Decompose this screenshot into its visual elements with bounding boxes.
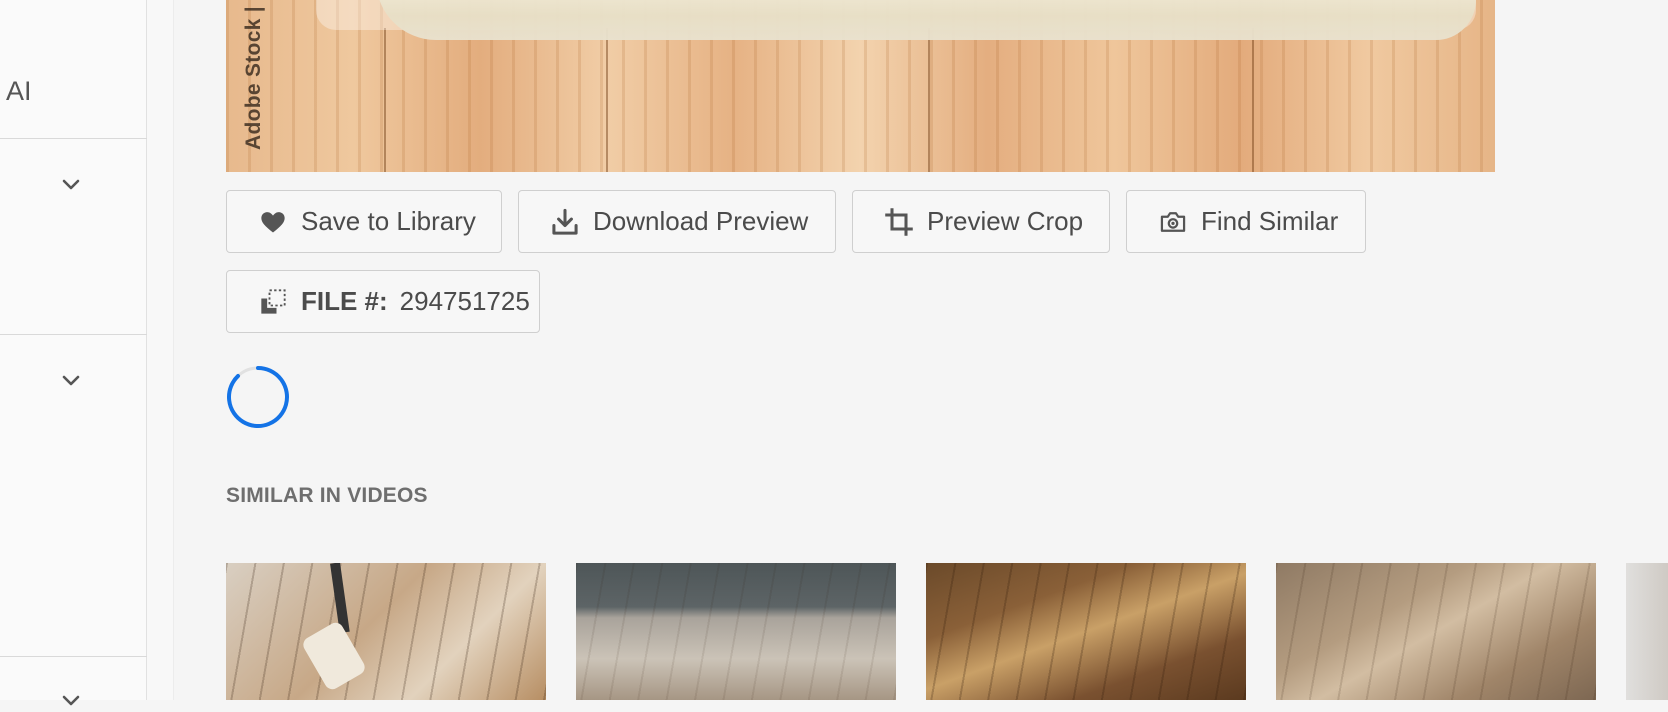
adobe-stock-watermark: Adobe Stock |: [242, 6, 265, 150]
plank-seam: [384, 28, 386, 172]
copy-file-number-button[interactable]: FILE #: 294751725: [226, 270, 540, 333]
floor-pattern: [1276, 563, 1596, 700]
rice-bag: [376, 0, 1476, 40]
preview-crop-label: Preview Crop: [927, 206, 1084, 236]
floor-pattern: [226, 563, 546, 700]
download-preview-button[interactable]: Download Preview: [518, 190, 836, 253]
crop-icon: [885, 207, 913, 236]
plank-seam: [1252, 28, 1254, 172]
floor-pattern: [576, 563, 896, 700]
heart-icon: [261, 211, 285, 232]
video-thumbnail[interactable]: [1626, 563, 1668, 700]
filter-sidebar: AI: [0, 0, 147, 706]
sidebar-ai-label: AI: [6, 76, 32, 106]
video-thumbnail[interactable]: [926, 563, 1246, 700]
plank-seam: [928, 28, 930, 172]
similar-videos-heading: SIMILAR IN VIDEOS: [226, 484, 428, 507]
download-icon: [552, 208, 578, 235]
loading-spinner-icon: [227, 366, 289, 428]
sidebar-divider: [0, 656, 147, 657]
chevron-down-icon[interactable]: [59, 172, 83, 196]
sidebar-gutter: [147, 0, 174, 700]
copy-icon: [261, 288, 286, 314]
asset-preview-image[interactable]: Adobe Stock |: [226, 0, 1495, 172]
video-thumbnail[interactable]: [576, 563, 896, 700]
video-thumbnail[interactable]: [1276, 563, 1596, 700]
download-preview-label: Download Preview: [593, 206, 809, 236]
find-similar-label: Find Similar: [1201, 206, 1339, 236]
camera-icon: [1160, 211, 1186, 232]
file-number-label: FILE #:: [301, 286, 388, 316]
chevron-down-icon[interactable]: [59, 688, 83, 712]
sidebar-divider: [0, 334, 147, 335]
preview-crop-button[interactable]: Preview Crop: [852, 190, 1110, 253]
chevron-down-icon[interactable]: [59, 368, 83, 392]
file-number-value: 294751725: [399, 286, 530, 316]
sidebar-divider: [0, 138, 147, 139]
find-similar-button[interactable]: Find Similar: [1126, 190, 1366, 253]
save-to-library-label: Save to Library: [301, 206, 476, 236]
plank-seam: [606, 28, 608, 172]
save-to-library-button[interactable]: Save to Library: [226, 190, 502, 253]
video-thumbnail[interactable]: [226, 563, 546, 700]
floor-pattern: [926, 563, 1246, 700]
